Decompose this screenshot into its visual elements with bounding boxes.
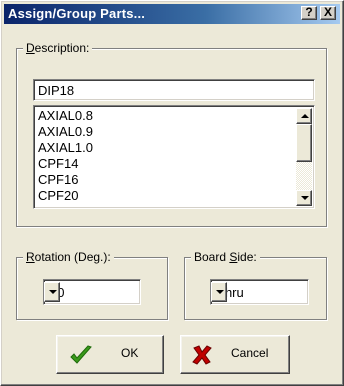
list-item[interactable]: CPF20 <box>38 188 294 204</box>
board-side-dropdown-button[interactable] <box>211 282 227 302</box>
board-side-label: Board Side: <box>191 250 260 264</box>
description-label-text: escription: <box>34 41 90 55</box>
scroll-up-button[interactable] <box>296 108 312 124</box>
description-input-value: DIP18 <box>38 83 75 98</box>
ok-button[interactable]: OK <box>56 335 164 374</box>
description-group: Description: DIP18 AXIAL0.8 AXIAL0.9 AXI… <box>16 41 327 227</box>
list-scrollbar[interactable] <box>296 108 312 206</box>
board-side-select[interactable]: Thru <box>210 279 309 305</box>
list-item[interactable]: CPF16 <box>38 172 294 188</box>
board-side-group: Board Side: Thru <box>184 250 327 320</box>
list-item[interactable]: AXIAL1.0 <box>38 140 294 156</box>
board-side-label-prefix: Board <box>194 250 230 264</box>
checkmark-icon <box>70 345 92 364</box>
scroll-thumb[interactable] <box>296 124 312 162</box>
ok-label: OK <box>121 346 139 360</box>
rotation-select[interactable]: 10 <box>43 279 141 305</box>
description-label-mnemonic: D <box>26 41 35 55</box>
chevron-down-icon <box>216 290 224 294</box>
description-input[interactable]: DIP18 <box>33 79 315 101</box>
footprint-list[interactable]: AXIAL0.8 AXIAL0.9 AXIAL1.0 CPF14 CPF16 C… <box>33 105 315 209</box>
description-label: Description: <box>23 41 93 55</box>
window-title: Assign/Group Parts... <box>8 6 146 21</box>
rotation-group: Rotation (Deg.): 10 <box>16 250 168 320</box>
scroll-down-button[interactable] <box>296 190 312 206</box>
rotation-label-text: otation (Deg.): <box>34 250 111 264</box>
rotation-dropdown-button[interactable] <box>44 282 60 302</box>
chevron-down-icon <box>49 290 57 294</box>
list-item[interactable]: AXIAL0.8 <box>38 108 294 124</box>
close-icon: X <box>323 5 332 19</box>
rotation-label-mnemonic: R <box>26 250 35 264</box>
arrow-down-icon <box>301 196 309 200</box>
board-side-label-text: ide: <box>237 250 257 264</box>
help-icon: ? <box>305 5 313 19</box>
footprint-list-items: AXIAL0.8 AXIAL0.9 AXIAL1.0 CPF14 CPF16 C… <box>38 108 294 204</box>
red-x-icon <box>192 345 212 365</box>
title-bar[interactable]: Assign/Group Parts... ? X <box>4 4 340 24</box>
list-item[interactable]: CPF14 <box>38 156 294 172</box>
help-button[interactable]: ? <box>301 6 317 20</box>
close-button[interactable]: X <box>320 6 336 20</box>
assign-group-parts-dialog: Assign/Group Parts... ? X Description: D… <box>0 0 344 386</box>
cancel-button[interactable]: Cancel <box>180 335 290 374</box>
cancel-label: Cancel <box>231 346 269 360</box>
rotation-label: Rotation (Deg.): <box>23 250 114 264</box>
list-item[interactable]: AXIAL0.9 <box>38 124 294 140</box>
arrow-up-icon <box>301 114 309 118</box>
